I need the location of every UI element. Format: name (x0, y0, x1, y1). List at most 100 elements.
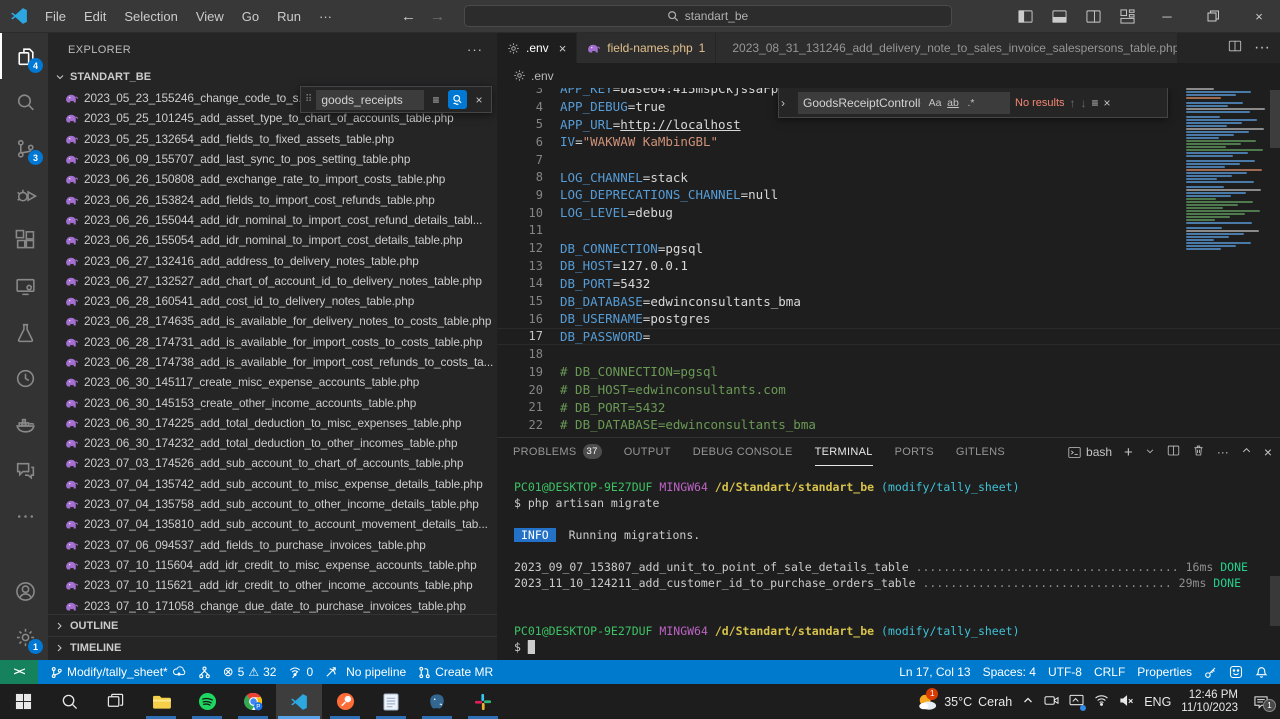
cursor-position[interactable]: Ln 17, Col 13 (893, 665, 976, 679)
customize-layout-icon[interactable] (1112, 4, 1142, 28)
clock[interactable]: 12:46 PM 11/10/2023 (1181, 689, 1238, 715)
language-mode[interactable]: Properties (1131, 665, 1198, 679)
code-line[interactable]: 16DB_USERNAME=postgres (497, 310, 1280, 328)
panel-tab-output[interactable]: OUTPUT (624, 438, 671, 466)
weather-widget[interactable]: 1 35°C Cerah (916, 692, 1012, 712)
code-line[interactable]: 19# DB_CONNECTION=pgsql (497, 363, 1280, 381)
file-item[interactable]: 2023_07_10_115604_add_idr_credit_to_misc… (48, 555, 497, 575)
activity-search[interactable] (0, 79, 48, 125)
code-line[interactable]: 12DB_CONNECTION=pgsql (497, 239, 1280, 257)
list-find-input[interactable] (316, 90, 424, 110)
project-section-header[interactable]: STANDART_BE (48, 66, 497, 88)
activity-testing[interactable] (0, 309, 48, 355)
taskbar-postman[interactable] (322, 684, 368, 719)
notifications-bell[interactable] (1249, 666, 1280, 679)
file-item[interactable]: 2023_06_27_132527_add_chart_of_account_i… (48, 271, 497, 291)
close-window-button[interactable]: × (1238, 0, 1280, 32)
file-item[interactable]: 2023_06_26_150808_add_exchange_rate_to_i… (48, 169, 497, 189)
toggle-secondary-sidebar-icon[interactable] (1078, 4, 1108, 28)
file-item[interactable]: 2023_06_26_155044_add_idr_nominal_to_imp… (48, 210, 497, 230)
eol-sequence[interactable]: CRLF (1088, 665, 1131, 679)
code-line[interactable]: 7 (497, 151, 1280, 169)
feedback-smiley[interactable] (1223, 665, 1249, 679)
file-item[interactable]: 2023_07_04_135742_add_sub_account_to_mis… (48, 474, 497, 494)
editor-scrollbar[interactable] (1270, 90, 1280, 148)
git-branch-status[interactable]: Modify/tally_sheet* (44, 660, 192, 684)
find-next-icon[interactable]: ↓ (1081, 96, 1087, 110)
timeline-section[interactable]: TIMELINE (48, 636, 497, 658)
code-line[interactable]: 6IV="WAKWAW KaMbinGBL" (497, 133, 1280, 151)
activity-gitlens[interactable] (0, 355, 48, 401)
find-in-selection-icon[interactable]: ≡ (1092, 96, 1099, 110)
taskbar-postgresql[interactable] (414, 684, 460, 719)
taskbar-task-view[interactable] (92, 684, 138, 719)
activity-remote-explorer[interactable] (0, 263, 48, 309)
activity-more[interactable] (0, 493, 48, 539)
file-item[interactable]: 2023_06_28_174635_add_is_available_for_d… (48, 311, 497, 331)
panel-tab-problems[interactable]: PROBLEMS37 (513, 438, 602, 466)
file-item[interactable]: 2023_06_30_145153_create_other_income_ac… (48, 392, 497, 412)
fuzzy-search-toggle[interactable] (448, 90, 467, 109)
file-item[interactable]: 2023_06_09_155707_add_last_sync_to_pos_s… (48, 149, 497, 169)
taskbar-vscode[interactable] (276, 684, 322, 719)
file-item[interactable]: 2023_06_28_174738_add_is_available_for_i… (48, 352, 497, 372)
code-line[interactable]: 10LOG_LEVEL=debug (497, 204, 1280, 222)
meet-now-icon[interactable] (1044, 694, 1059, 710)
tray-expand-icon[interactable] (1022, 694, 1034, 709)
code-line[interactable]: 22# DB_DATABASE=edwinconsultants_bma (497, 416, 1280, 434)
restore-button[interactable] (1192, 0, 1234, 32)
activity-settings[interactable]: 1 (0, 614, 48, 660)
find-previous-icon[interactable]: ↑ (1070, 96, 1076, 110)
file-item[interactable]: 2023_07_10_115621_add_idr_credit_to_othe… (48, 575, 497, 595)
activity-account[interactable] (0, 568, 48, 614)
menu-file[interactable]: File (36, 0, 75, 32)
menu-moremoremore[interactable]: ··· (310, 0, 341, 32)
terminal-dropdown-icon[interactable] (1145, 445, 1155, 459)
find-input[interactable] (798, 96, 926, 110)
remote-indicator[interactable]: >< (0, 660, 38, 684)
indentation[interactable]: Spaces: 4 (977, 665, 1042, 679)
file-item[interactable]: 2023_06_28_174731_add_is_available_for_i… (48, 332, 497, 352)
file-item[interactable]: 2023_07_04_135758_add_sub_account_to_oth… (48, 494, 497, 514)
activity-explorer[interactable]: 4 (0, 33, 48, 79)
file-item[interactable]: 2023_06_26_153824_add_fields_to_import_c… (48, 189, 497, 209)
terminal-scrollbar[interactable] (1270, 576, 1280, 626)
editor-more-actions-icon[interactable]: ··· (1254, 39, 1270, 57)
split-terminal-icon[interactable] (1167, 444, 1180, 460)
code-line[interactable]: 8LOG_CHANNEL=stack (497, 168, 1280, 186)
menu-edit[interactable]: Edit (75, 0, 115, 32)
menu-selection[interactable]: Selection (115, 0, 186, 32)
code-line[interactable]: 9LOG_DEPRECATIONS_CHANNEL=null (497, 186, 1280, 204)
panel-tab-gitlens[interactable]: GITLENS (956, 438, 1005, 466)
input-language[interactable]: ENG (1144, 695, 1171, 709)
kill-terminal-icon[interactable] (1192, 444, 1205, 460)
code-line[interactable]: 21# DB_PORT=5432 (497, 398, 1280, 416)
taskbar-spotify[interactable] (184, 684, 230, 719)
maximize-panel-icon[interactable] (1241, 445, 1252, 459)
taskbar-start[interactable] (0, 684, 46, 719)
terminal-shell-label[interactable]: bash (1068, 445, 1112, 459)
panel-tab-terminal[interactable]: TERMINAL (815, 438, 873, 466)
code-line[interactable]: 15DB_DATABASE=edwinconsultants_bma (497, 292, 1280, 310)
activity-source-control[interactable]: 3 (0, 125, 48, 171)
regex-toggle[interactable]: .* (962, 97, 980, 109)
whole-word-toggle[interactable]: ab (944, 97, 962, 109)
toggle-replace-icon[interactable]: › (781, 96, 793, 110)
code-line[interactable]: 17DB_PASSWORD= (497, 328, 1280, 346)
toggle-panel-icon[interactable] (1044, 4, 1074, 28)
taskbar-chrome[interactable]: P (230, 684, 276, 719)
file-item[interactable]: 2023_07_03_174526_add_sub_account_to_cha… (48, 453, 497, 473)
split-editor-icon[interactable] (1228, 39, 1242, 58)
notification-center[interactable]: 1 (1248, 695, 1274, 709)
close-find-icon[interactable]: × (471, 93, 487, 107)
wifi-icon[interactable] (1094, 694, 1109, 709)
explorer-more-actions-icon[interactable]: ··· (467, 42, 483, 57)
tab-2023_08_31_131246_add_delivery_note_to_sales_invoice_salespersons_table.php[interactable]: 2023_08_31_131246_add_delivery_note_to_s… (716, 33, 1178, 63)
taskbar-notepad[interactable] (368, 684, 414, 719)
outline-section[interactable]: OUTLINE (48, 614, 497, 636)
file-item[interactable]: 2023_06_30_145117_create_misc_expense_ac… (48, 372, 497, 392)
file-item[interactable]: 2023_06_30_174225_add_total_deduction_to… (48, 413, 497, 433)
taskbar-slack[interactable] (460, 684, 506, 719)
file-item[interactable]: 2023_07_04_135810_add_sub_account_to_acc… (48, 514, 497, 534)
breadcrumb[interactable]: .env (497, 63, 1280, 88)
